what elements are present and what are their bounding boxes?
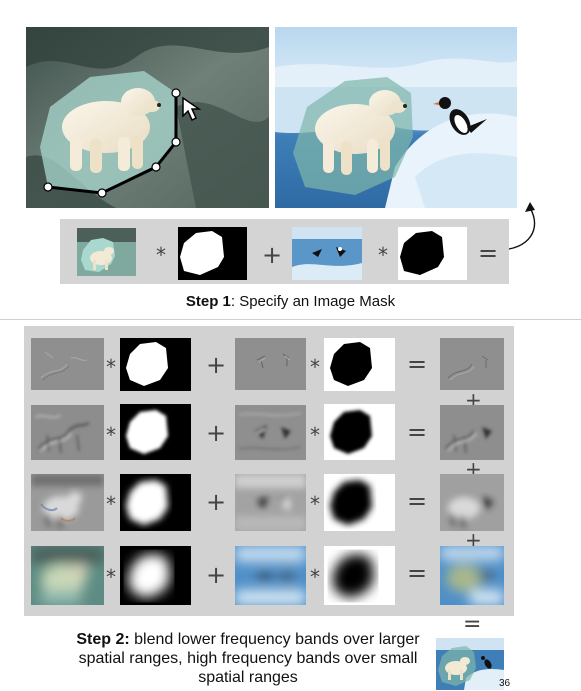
target-band-4 bbox=[235, 546, 306, 605]
equals-operator: = bbox=[407, 418, 428, 446]
step2-caption: Step 2: blend lower frequency bands over… bbox=[68, 630, 428, 687]
step1-caption: Step 1: Specify an Image Mask bbox=[0, 293, 581, 310]
plus-operator: + bbox=[206, 561, 227, 589]
blended-band-2 bbox=[440, 405, 504, 460]
mask-band-2 bbox=[120, 404, 191, 460]
blended-band-4 bbox=[440, 546, 504, 605]
inverse-mask-band-3 bbox=[324, 474, 395, 531]
equals-operator: = bbox=[407, 487, 428, 515]
blended-result-image bbox=[275, 27, 517, 208]
plus-operator: + bbox=[206, 419, 227, 447]
step1-label: Step 1 bbox=[185, 293, 231, 310]
final-blended-image bbox=[436, 638, 504, 690]
target-thumbnail bbox=[292, 227, 362, 280]
plus-operator: + bbox=[262, 241, 283, 269]
mask-white-on-black bbox=[178, 227, 247, 280]
step2-text: blend lower frequency bands over larger … bbox=[78, 631, 420, 686]
equals-operator: = bbox=[478, 239, 499, 267]
multiply-operator: * bbox=[310, 423, 320, 447]
blended-band-3 bbox=[440, 474, 504, 531]
target-band-1 bbox=[235, 338, 306, 390]
equals-operator: = bbox=[407, 350, 428, 378]
multiply-operator: * bbox=[106, 492, 116, 516]
target-band-3 bbox=[235, 474, 306, 531]
multiply-operator: * bbox=[310, 565, 320, 589]
source-image-with-mask bbox=[26, 27, 269, 208]
mask-black-on-white bbox=[398, 227, 467, 280]
inverse-mask-band-1 bbox=[324, 338, 395, 391]
source-band-4 bbox=[31, 546, 104, 605]
multiply-operator: * bbox=[310, 355, 320, 379]
page-number: 36 bbox=[499, 678, 511, 689]
step1-text: : Specify an Image Mask bbox=[230, 293, 396, 310]
section-divider bbox=[0, 319, 581, 320]
step2-label: Step 2: bbox=[76, 631, 130, 648]
source-band-1 bbox=[31, 338, 104, 390]
multiply-operator: * bbox=[378, 243, 388, 267]
source-thumbnail bbox=[77, 228, 136, 276]
source-band-2 bbox=[31, 405, 104, 460]
multiply-operator: * bbox=[156, 243, 166, 267]
equals-operator: = bbox=[463, 612, 482, 637]
multiply-operator: * bbox=[310, 492, 320, 516]
multiply-operator: * bbox=[106, 355, 116, 379]
inverse-mask-band-2 bbox=[324, 404, 395, 460]
mask-band-3 bbox=[120, 474, 191, 531]
plus-operator: + bbox=[206, 351, 227, 379]
cursor-arrow-icon bbox=[182, 96, 202, 122]
mask-band-4 bbox=[120, 546, 191, 605]
blended-band-1 bbox=[440, 338, 504, 390]
multiply-operator: * bbox=[106, 423, 116, 447]
plus-operator: + bbox=[206, 488, 227, 516]
source-band-3 bbox=[31, 474, 104, 531]
target-band-2 bbox=[235, 405, 306, 460]
multiply-operator: * bbox=[106, 565, 116, 589]
inverse-mask-band-4 bbox=[324, 546, 395, 605]
equals-operator: = bbox=[407, 559, 428, 587]
mask-band-1 bbox=[120, 338, 191, 391]
